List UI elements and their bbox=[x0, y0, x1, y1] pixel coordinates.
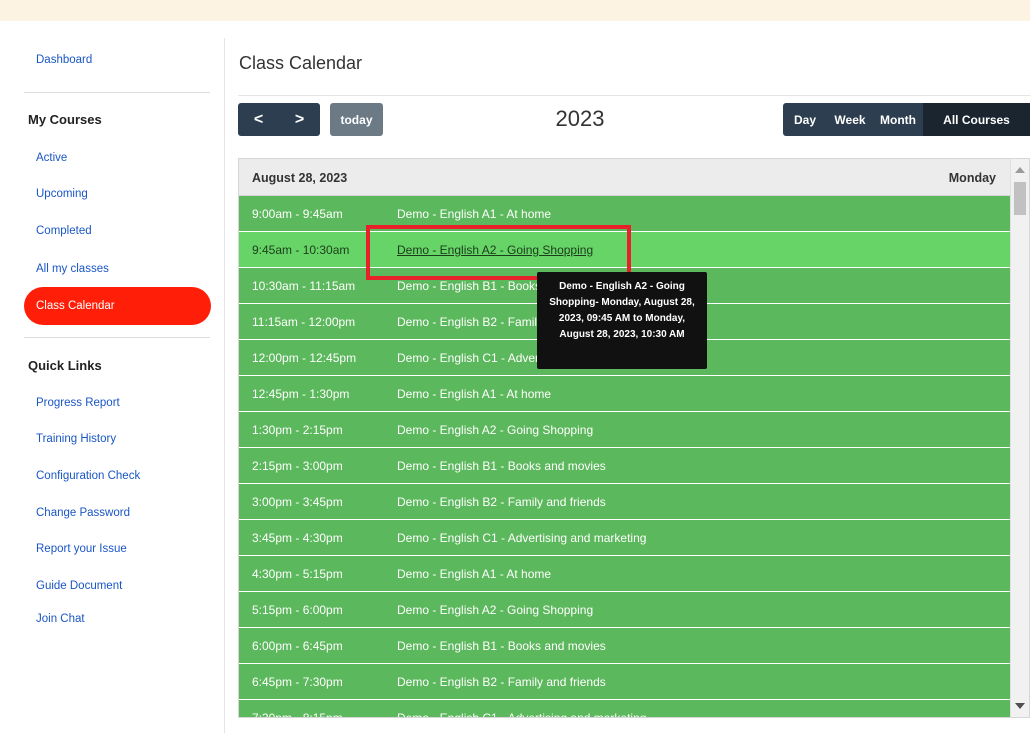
event-row[interactable]: 2:15pm - 3:00pm Demo - English B1 - Books… bbox=[239, 448, 1010, 484]
vertical-scrollbar[interactable] bbox=[1010, 159, 1029, 717]
event-row[interactable]: 1:30pm - 2:15pm Demo - English A2 - Going… bbox=[239, 412, 1010, 448]
prev-button[interactable]: < bbox=[238, 103, 279, 136]
view-month-button[interactable]: Month bbox=[873, 103, 923, 136]
calendar-weekday: Monday bbox=[948, 171, 996, 185]
event-row[interactable]: 3:00pm - 3:45pm Demo - English B2 - Famil… bbox=[239, 484, 1010, 520]
top-banner bbox=[0, 0, 1030, 21]
sidebar-item-progress-report[interactable]: Progress Report bbox=[36, 397, 120, 409]
calendar-day-header: August 28, 2023 Monday bbox=[239, 159, 1010, 196]
scroll-down-arrow-icon[interactable] bbox=[1015, 703, 1025, 709]
event-time: 2:15pm - 3:00pm bbox=[252, 459, 343, 473]
event-title-link[interactable]: Demo - English B2 - Family and friends bbox=[397, 675, 606, 689]
event-time: 9:45am - 10:30am bbox=[252, 243, 350, 257]
event-time: 4:30pm - 5:15pm bbox=[252, 567, 343, 581]
sidebar-divider bbox=[24, 92, 210, 93]
prev-next-group: < > bbox=[238, 103, 320, 136]
event-title-link[interactable]: Demo - English B1 - Books and movies bbox=[397, 639, 606, 653]
view-day-button[interactable]: Day bbox=[783, 103, 827, 136]
event-row[interactable]: 5:15pm - 6:00pm Demo - English A2 - Going… bbox=[239, 592, 1010, 628]
calendar-date: August 28, 2023 bbox=[252, 171, 348, 185]
sidebar-item-configuration-check[interactable]: Configuration Check bbox=[36, 470, 140, 482]
event-row[interactable]: 4:30pm - 5:15pm Demo - English A1 - At ho… bbox=[239, 556, 1010, 592]
sidebar-item-report-issue[interactable]: Report your Issue bbox=[36, 543, 127, 555]
quick-links-heading: Quick Links bbox=[28, 358, 102, 373]
sidebar-separator bbox=[224, 38, 225, 733]
event-title-link[interactable]: Demo - English A2 - Going Shopping bbox=[397, 423, 593, 437]
event-time: 1:30pm - 2:15pm bbox=[252, 423, 343, 437]
event-row[interactable]: 12:45pm - 1:30pm Demo - English A1 - At h… bbox=[239, 376, 1010, 412]
sidebar-item-join-chat[interactable]: Join Chat bbox=[36, 613, 85, 625]
calendar-year: 2023 bbox=[555, 106, 605, 131]
sidebar-item-guide-document[interactable]: Guide Document bbox=[36, 580, 122, 592]
event-row[interactable]: 6:00pm - 6:45pm Demo - English B1 - Books… bbox=[239, 628, 1010, 664]
event-title-link[interactable]: Demo - English B2 - Family and friends bbox=[397, 495, 606, 509]
scrollbar-thumb[interactable] bbox=[1014, 182, 1026, 215]
event-time: 11:15am - 12:00pm bbox=[252, 315, 356, 329]
event-row[interactable]: 6:45pm - 7:30pm Demo - English B2 - Famil… bbox=[239, 664, 1010, 700]
view-week-button[interactable]: Week bbox=[827, 103, 873, 136]
scroll-up-arrow-icon[interactable] bbox=[1015, 167, 1025, 173]
sidebar-item-all-my-classes[interactable]: All my classes bbox=[36, 263, 109, 275]
event-time: 7:30pm - 8:15pm bbox=[252, 711, 343, 718]
sidebar-item-active[interactable]: Active bbox=[36, 152, 67, 164]
today-button[interactable]: today bbox=[330, 103, 383, 136]
sidebar-item-class-calendar[interactable]: Class Calendar bbox=[24, 287, 211, 325]
event-time: 10:30am - 11:15am bbox=[252, 279, 356, 293]
chevron-left-icon: < bbox=[253, 110, 264, 128]
page-title: Class Calendar bbox=[239, 53, 363, 73]
view-switcher: Day Week Month All Courses bbox=[783, 103, 1030, 136]
event-tooltip: Demo - English A2 - Going Shopping- Mond… bbox=[537, 272, 707, 369]
sidebar-item-completed[interactable]: Completed bbox=[36, 225, 92, 237]
event-row[interactable]: 3:45pm - 4:30pm Demo - English C1 - Adver… bbox=[239, 520, 1010, 556]
event-title-link[interactable]: Demo - English A1 - At home bbox=[397, 567, 551, 581]
event-title-link[interactable]: Demo - English C1 - Advertising and mark… bbox=[397, 531, 646, 545]
event-time: 9:00am - 9:45am bbox=[252, 207, 343, 221]
event-time: 5:15pm - 6:00pm bbox=[252, 603, 343, 617]
event-time: 6:45pm - 7:30pm bbox=[252, 675, 343, 689]
calendar-list: August 28, 2023 Monday 9:00am - 9:45am De… bbox=[238, 158, 1030, 718]
view-all-courses-button[interactable]: All Courses bbox=[923, 103, 1030, 136]
sidebar-divider bbox=[24, 337, 210, 338]
chevron-right-icon: > bbox=[294, 110, 305, 128]
event-title-link[interactable]: Demo - English C1 - Advertising and mark… bbox=[397, 711, 646, 717]
sidebar-item-dashboard[interactable]: Dashboard bbox=[36, 54, 92, 66]
event-time: 3:45pm - 4:30pm bbox=[252, 531, 343, 545]
event-row[interactable]: 7:30pm - 8:15pm Demo - English C1 - Adver… bbox=[239, 700, 1010, 718]
title-divider bbox=[238, 95, 1030, 96]
event-time: 12:00pm - 12:45pm bbox=[252, 351, 357, 365]
event-title-link[interactable]: Demo - English A1 - At home bbox=[397, 207, 551, 221]
my-courses-heading: My Courses bbox=[28, 112, 102, 127]
next-button[interactable]: > bbox=[279, 103, 320, 136]
event-title-link[interactable]: Demo - English A2 - Going Shopping bbox=[397, 603, 593, 617]
sidebar-item-upcoming[interactable]: Upcoming bbox=[36, 188, 88, 200]
event-title-link[interactable]: Demo - English A1 - At home bbox=[397, 387, 551, 401]
sidebar-item-training-history[interactable]: Training History bbox=[36, 433, 116, 445]
event-time: 3:00pm - 3:45pm bbox=[252, 495, 343, 509]
event-time: 6:00pm - 6:45pm bbox=[252, 639, 343, 653]
event-time: 12:45pm - 1:30pm bbox=[252, 387, 350, 401]
sidebar-item-change-password[interactable]: Change Password bbox=[36, 507, 130, 519]
event-title-link[interactable]: Demo - English B1 - Books and movies bbox=[397, 459, 606, 473]
